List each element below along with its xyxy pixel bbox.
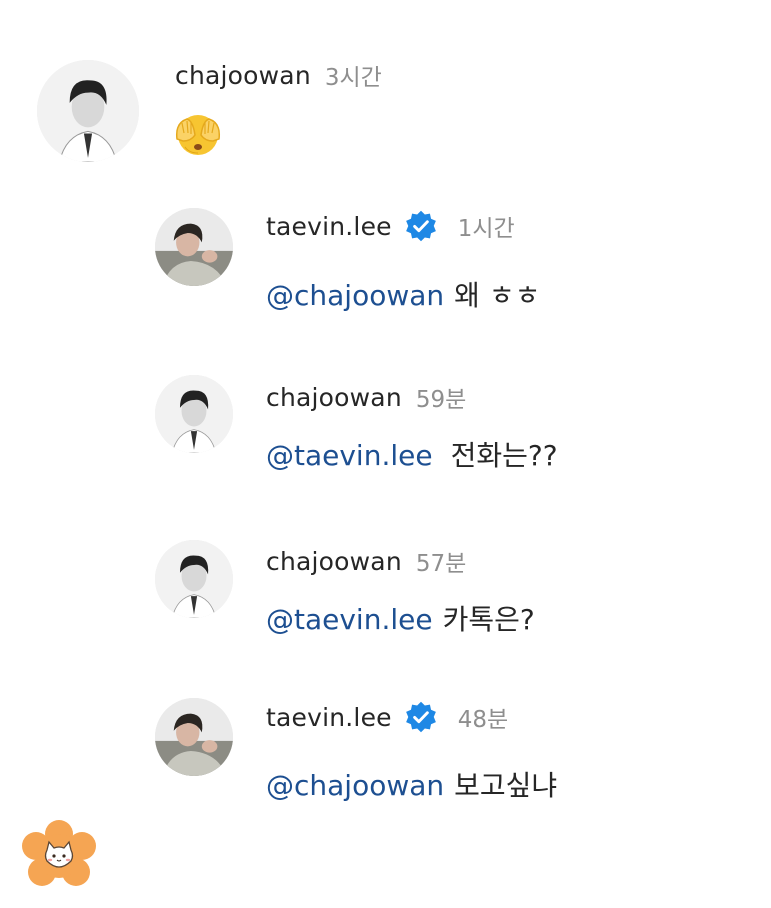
face-hiding-eyes-icon xyxy=(173,109,223,159)
comment-3-header: chajoowan 59분 xyxy=(266,380,466,414)
comment-4-header: chajoowan 57분 xyxy=(266,544,466,578)
avatar-taevin-lee[interactable] xyxy=(155,208,233,286)
comment-text: 전화는?? xyxy=(450,439,558,472)
timestamp: 3시간 xyxy=(324,65,382,91)
timestamp: 59분 xyxy=(415,387,467,413)
comment-text: 왜 ㅎㅎ xyxy=(454,279,541,312)
comment-3-body: @taevin.lee 전화는?? xyxy=(266,434,558,474)
mention-link[interactable]: @chajoowan xyxy=(266,279,444,312)
timestamp: 48분 xyxy=(457,707,509,733)
comment-5-body: @chajoowan 보고싶냐 xyxy=(266,764,557,804)
username[interactable]: chajoowan xyxy=(266,547,402,576)
verified-badge-icon xyxy=(404,700,438,734)
avatar-chajoowan[interactable] xyxy=(155,375,233,453)
mention-link[interactable]: @taevin.lee xyxy=(266,439,433,472)
avatar-chajoowan[interactable] xyxy=(155,540,233,618)
avatar-chajoowan[interactable] xyxy=(37,60,139,162)
comment-1-header: chajoowan 3시간 xyxy=(175,58,382,92)
timestamp: 57분 xyxy=(415,551,467,577)
comment-text: 카톡은? xyxy=(442,603,535,636)
comment-4-body: @taevin.lee 카톡은? xyxy=(266,598,535,638)
verified-badge-icon xyxy=(404,209,438,243)
timestamp: 1시간 xyxy=(457,216,515,242)
comment-2-body: @chajoowan 왜 ㅎㅎ xyxy=(266,274,540,314)
username[interactable]: chajoowan xyxy=(175,61,311,90)
comment-2-header: taevin.lee 1시간 xyxy=(266,209,515,243)
username[interactable]: taevin.lee xyxy=(266,703,392,732)
cat-flower-sticker xyxy=(20,820,98,890)
comment-text: 보고싶냐 xyxy=(454,769,558,802)
username[interactable]: taevin.lee xyxy=(266,212,392,241)
avatar-taevin-lee[interactable] xyxy=(155,698,233,776)
username[interactable]: chajoowan xyxy=(266,383,402,412)
mention-link[interactable]: @taevin.lee xyxy=(266,603,433,636)
comment-5-header: taevin.lee 48분 xyxy=(266,700,508,734)
mention-link[interactable]: @chajoowan xyxy=(266,769,444,802)
